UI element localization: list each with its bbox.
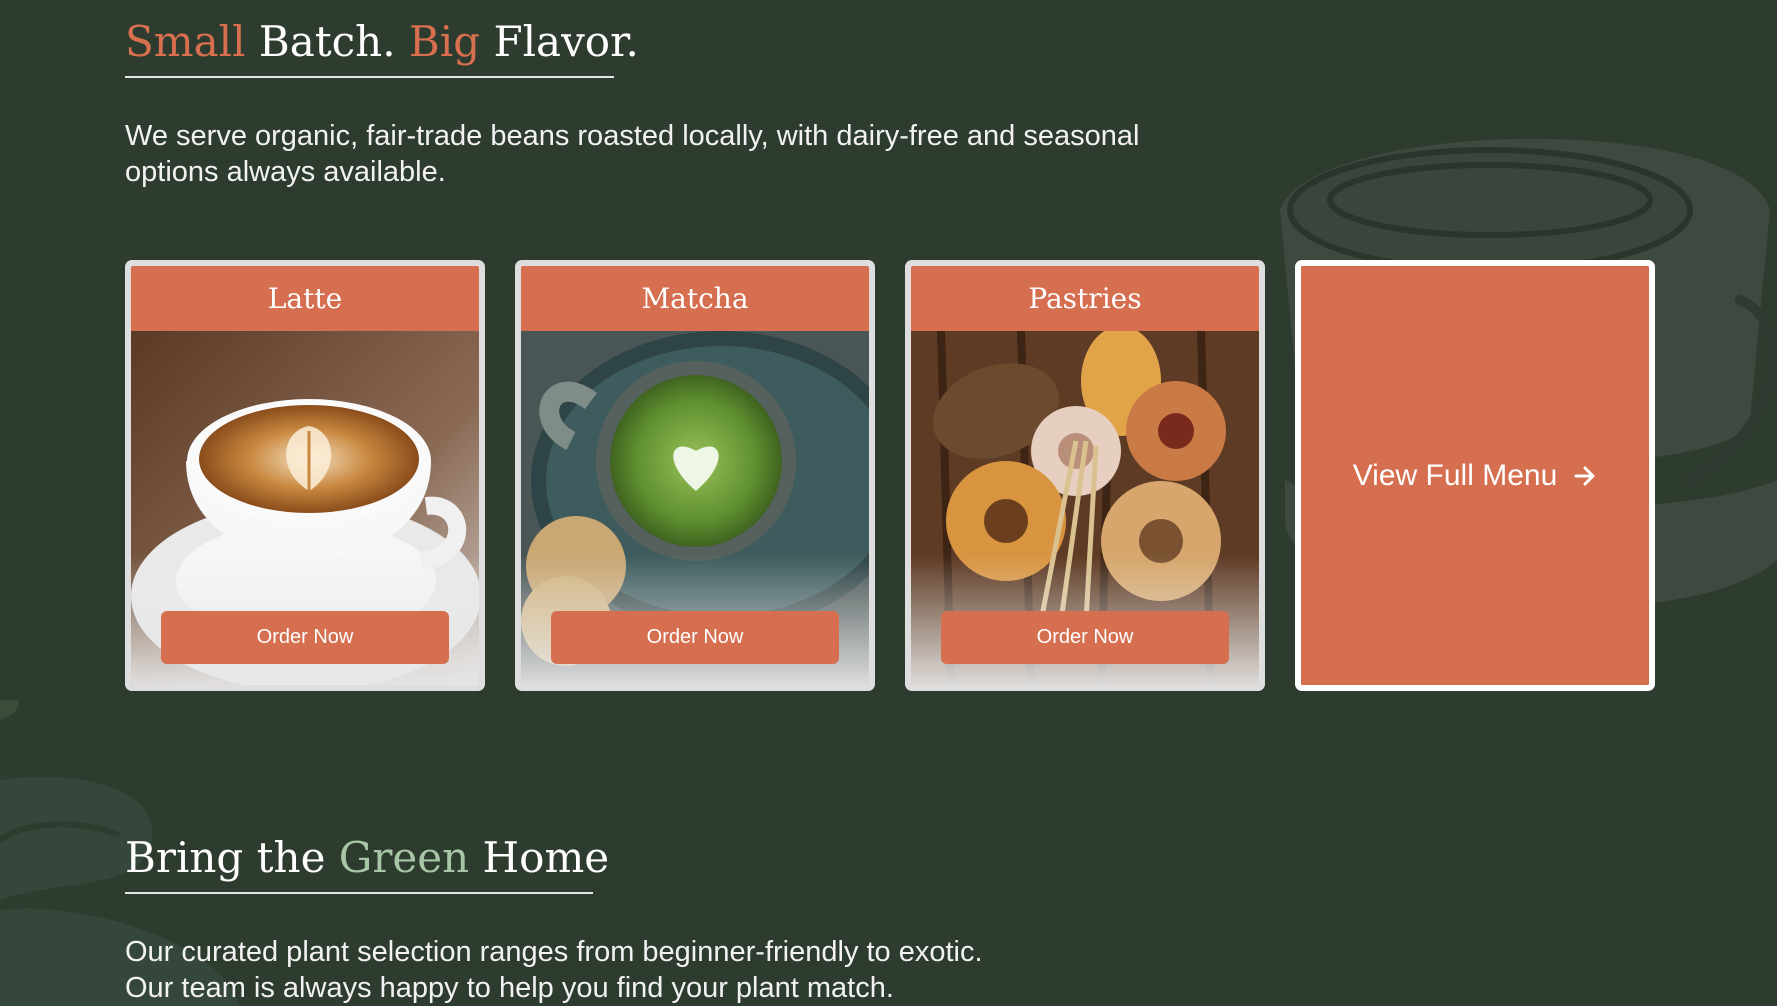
card-inner: Matcha Order Now [521,266,869,685]
title-underline [125,76,614,78]
menu-section-title: Small Batch. Big Flavor. [125,14,1165,70]
menu-card-pastries: Pastries Order Now [905,260,1265,691]
order-now-button[interactable]: Order Now [161,611,449,664]
card-title: Latte [131,266,479,331]
card-inner: Pastries Order Now [911,266,1259,685]
arrow-right-icon [1574,466,1595,485]
menu-card-matcha: Matcha Order Now [515,260,875,691]
title-underline [125,892,593,894]
menu-section-description: We serve organic, fair-trade beans roast… [125,119,1140,188]
view-full-menu-label: View Full Menu [1352,458,1558,492]
title-word-batch: Batch. [245,17,409,66]
card-title: Matcha [521,266,869,331]
title-word-bring: Bring the [125,833,339,882]
title-word-flavor: Flavor. [480,17,639,66]
plants-section-title: Bring the Green Home [125,830,1165,886]
order-now-button[interactable]: Order Now [551,611,839,664]
card-title: Pastries [911,266,1259,331]
description-line-2: Our team is always happy to help you fin… [125,971,894,1004]
menu-card-latte: Latte Order Now [125,260,485,691]
title-accent-big: Big [408,17,481,66]
description-line-1: Our curated plant selection ranges from … [125,935,983,968]
title-accent-green: Green [338,833,470,882]
card-inner: Latte Order Now [131,266,479,685]
title-accent-small: Small [125,17,246,66]
view-full-menu-button[interactable]: View Full Menu [1295,260,1655,691]
menu-section: Small Batch. Big Flavor. We serve organi… [125,14,1165,190]
order-now-button[interactable]: Order Now [941,611,1229,664]
title-word-home: Home [469,833,610,882]
plants-section-description: Our curated plant selection ranges from … [125,934,1165,1006]
plants-section: Bring the Green Home Our curated plant s… [125,830,1165,1006]
